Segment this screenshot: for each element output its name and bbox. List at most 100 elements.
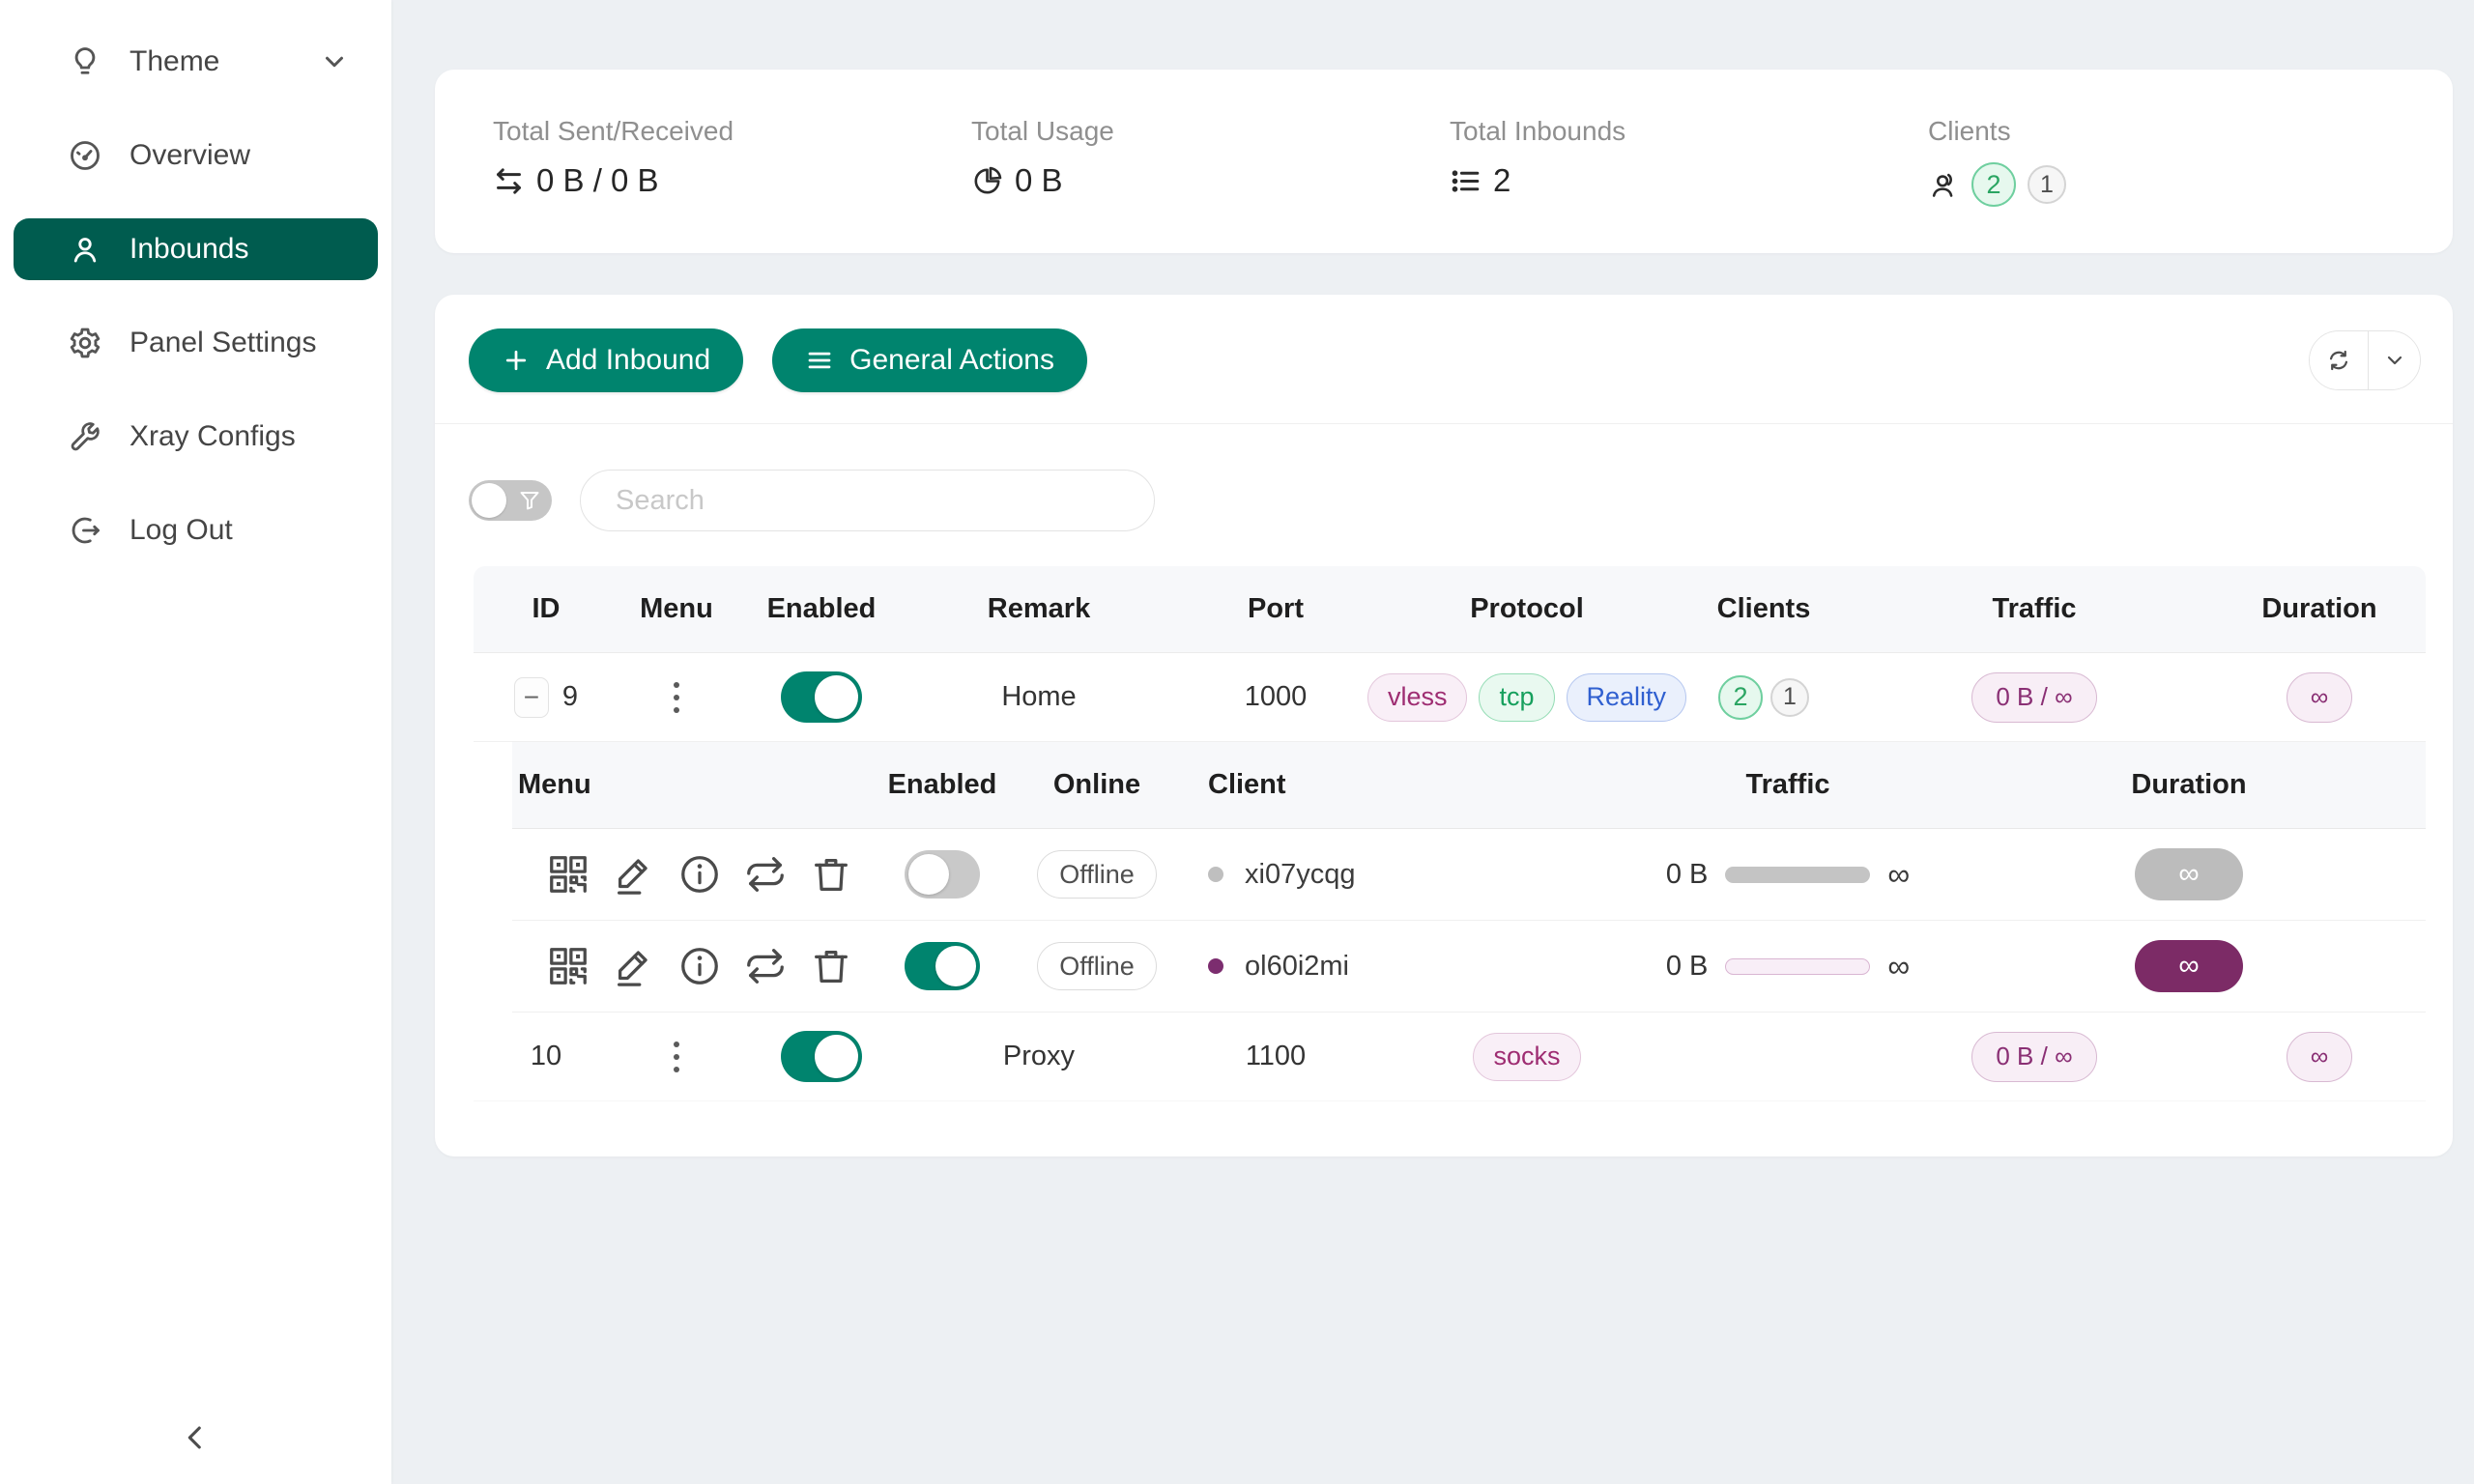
col-header-remark: Remark — [908, 566, 1169, 652]
list-icon — [1450, 165, 1482, 197]
col-header-clients: Clients — [1672, 566, 1856, 652]
clients-online-badge: 2 — [1971, 162, 2016, 207]
search-row — [435, 424, 2453, 531]
stat-label: Clients — [1928, 116, 2406, 147]
stat-total-sent-received: Total Sent/Received 0 B / 0 B — [493, 116, 971, 207]
stat-label: Total Inbounds — [1450, 116, 1928, 147]
client-enabled-toggle[interactable] — [905, 942, 980, 990]
row-remark: Proxy — [908, 1013, 1169, 1100]
stat-clients: Clients 2 1 — [1928, 116, 2406, 207]
table-header-row: ID Menu Enabled Remark Port Protocol Cli… — [474, 566, 2426, 653]
reset-traffic-icon[interactable] — [743, 852, 788, 897]
general-actions-button[interactable]: General Actions — [772, 328, 1087, 392]
sidebar-item-label: Overview — [129, 139, 250, 172]
sidebar-item-inbounds[interactable]: Inbounds — [14, 218, 378, 280]
stat-label: Total Sent/Received — [493, 116, 971, 147]
protocol-tag: vless — [1367, 673, 1468, 722]
col-header-enabled: Enabled — [870, 742, 1015, 828]
duration-badge: ∞ — [2287, 672, 2353, 723]
logout-icon — [68, 513, 102, 548]
row-menu-button[interactable] — [666, 1034, 687, 1080]
delete-icon[interactable] — [809, 944, 853, 988]
sidebar: Theme Overview Inbounds Panel Settings — [0, 0, 391, 1484]
client-row: Offline ol60i2mi 0 B ∞ ∞ — [512, 921, 2426, 1013]
sidebar-item-label: Theme — [129, 45, 219, 78]
edit-icon[interactable] — [612, 852, 656, 897]
refresh-button[interactable] — [2310, 331, 2368, 389]
sidebar-item-label: Inbounds — [129, 233, 248, 266]
sidebar-item-log-out[interactable]: Log Out — [14, 499, 378, 561]
clients-total-badge: 1 — [2028, 165, 2066, 204]
sidebar-collapse-button[interactable] — [172, 1414, 218, 1461]
people-icon — [1928, 169, 1960, 201]
filter-funnel-icon — [518, 489, 541, 512]
enabled-toggle[interactable] — [781, 671, 862, 723]
col-header-traffic: Traffic — [1469, 742, 2107, 828]
sidebar-item-label: Panel Settings — [129, 327, 316, 359]
client-name: xi07ycqg — [1245, 859, 1355, 891]
col-header-duration: Duration — [2213, 566, 2426, 652]
client-traffic-value: 0 B — [1666, 859, 1709, 891]
duration-badge: ∞ — [2287, 1032, 2353, 1082]
stat-label: Total Usage — [971, 116, 1450, 147]
toolbar: Add Inbound General Actions — [435, 295, 2453, 392]
col-header-traffic: Traffic — [1856, 566, 2213, 652]
sidebar-item-theme[interactable]: Theme — [14, 31, 378, 93]
search-input[interactable] — [580, 470, 1155, 531]
stat-value: 0 B / 0 B — [536, 162, 659, 199]
row-port: 1000 — [1169, 653, 1382, 741]
collapse-row-button[interactable]: − — [514, 677, 549, 718]
col-header-client: Client — [1179, 742, 1469, 828]
col-header-id: ID — [474, 566, 618, 652]
client-status-dot — [1208, 867, 1223, 882]
sidebar-item-label: Xray Configs — [129, 420, 296, 453]
client-traffic-value: 0 B — [1666, 951, 1709, 983]
sidebar-item-xray-configs[interactable]: Xray Configs — [14, 406, 378, 468]
table-row: 10 Proxy 1100 socks 0 B / ∞ ∞ — [474, 1013, 2426, 1101]
row-id: 10 — [474, 1013, 618, 1100]
edit-icon[interactable] — [612, 944, 656, 988]
traffic-progress-bar — [1725, 958, 1870, 975]
info-icon[interactable] — [677, 852, 722, 897]
row-menu-button[interactable] — [666, 674, 687, 721]
qr-code-icon[interactable] — [546, 852, 590, 897]
client-duration-badge: ∞ — [2135, 940, 2243, 992]
client-enabled-toggle[interactable] — [905, 850, 980, 899]
refresh-options-button[interactable] — [2368, 331, 2420, 389]
gear-icon — [68, 326, 102, 360]
filter-toggle[interactable] — [469, 480, 552, 521]
sidebar-item-overview[interactable]: Overview — [14, 125, 378, 186]
inbounds-card: Add Inbound General Actions — [435, 295, 2453, 1156]
traffic-progress-bar — [1725, 867, 1870, 883]
protocol-tag: Reality — [1567, 673, 1687, 722]
user-icon — [68, 232, 102, 267]
toggle-knob — [472, 483, 506, 518]
online-status-badge: Offline — [1037, 850, 1157, 899]
col-header-duration: Duration — [2107, 742, 2271, 828]
pie-chart-icon — [971, 165, 1003, 197]
table-row: − 9 Home 1000 vless tcp Reality 2 — [474, 653, 2426, 742]
chevron-down-icon — [2383, 349, 2406, 372]
reset-traffic-icon[interactable] — [743, 944, 788, 988]
protocol-tag: tcp — [1479, 673, 1554, 722]
client-row: Offline xi07ycqg 0 B ∞ ∞ — [512, 829, 2426, 921]
traffic-badge: 0 B / ∞ — [1971, 672, 2096, 723]
sidebar-item-panel-settings[interactable]: Panel Settings — [14, 312, 378, 374]
qr-code-icon[interactable] — [546, 944, 590, 988]
inbounds-table: ID Menu Enabled Remark Port Protocol Cli… — [474, 566, 2426, 1101]
plus-icon — [502, 346, 531, 375]
enabled-toggle[interactable] — [781, 1031, 862, 1082]
client-name: ol60i2mi — [1245, 951, 1349, 983]
col-header-port: Port — [1169, 566, 1382, 652]
protocol-tag: socks — [1473, 1033, 1580, 1081]
client-table-header-row: Menu Enabled Online Client Traffic Durat… — [512, 742, 2426, 829]
refresh-icon — [2325, 347, 2352, 374]
add-inbound-button[interactable]: Add Inbound — [469, 328, 743, 392]
col-header-online: Online — [1015, 742, 1179, 828]
stat-total-usage: Total Usage 0 B — [971, 116, 1450, 207]
clients-total-badge: 1 — [1770, 678, 1809, 717]
client-status-dot — [1208, 958, 1223, 974]
col-header-menu: Menu — [512, 742, 870, 828]
delete-icon[interactable] — [809, 852, 853, 897]
info-icon[interactable] — [677, 944, 722, 988]
